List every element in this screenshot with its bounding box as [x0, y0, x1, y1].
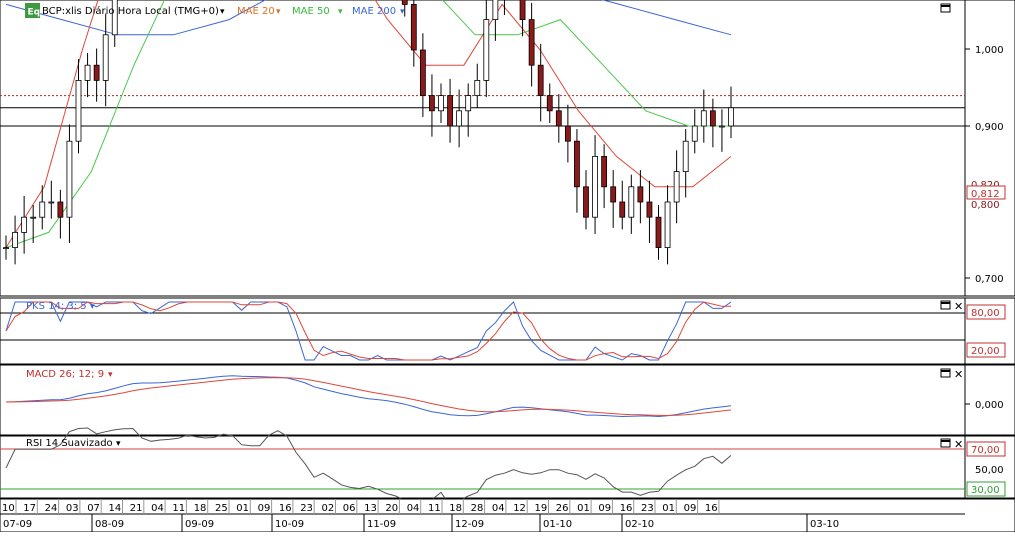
- x-day-tick: 04: [407, 503, 420, 514]
- x-day-tick: 20: [385, 503, 398, 514]
- x-day-tick: 01: [236, 503, 249, 514]
- x-month-label: 10-09: [275, 519, 304, 530]
- main-plot-area[interactable]: [0, 0, 966, 297]
- pks-title[interactable]: PKS 14; 3; 5: [26, 301, 87, 312]
- x-month-label: 09-09: [185, 519, 214, 530]
- x-day-tick: 16: [620, 503, 633, 514]
- title-dropdown-icon[interactable]: ▾: [220, 7, 225, 17]
- pks-dropdown-icon[interactable]: ▾: [90, 302, 95, 312]
- macd-title[interactable]: MACD 26; 12; 9: [26, 369, 104, 380]
- x-day-tick: 18: [449, 503, 462, 514]
- x-day-tick: 12: [513, 503, 526, 514]
- x-day-tick: 01: [662, 503, 675, 514]
- price-label-0700: 0,700: [975, 274, 1004, 285]
- x-day-tick: 26: [556, 503, 569, 514]
- legend-mae50-dropdown-icon[interactable]: ▾: [338, 7, 343, 17]
- x-day-tick: 24: [45, 503, 58, 514]
- x-day-tick: 17: [23, 503, 36, 514]
- x-month-label: 11-09: [367, 519, 396, 530]
- x-day-tick: 10: [2, 503, 15, 514]
- price-label-0900: 0,900: [975, 122, 1004, 133]
- x-day-tick: 04: [151, 503, 164, 514]
- x-day-tick: 11: [172, 503, 185, 514]
- x-day-tick: 28: [471, 503, 484, 514]
- x-day-tick: 23: [641, 503, 654, 514]
- rsi-title[interactable]: RSI 14 Suavizado: [26, 438, 113, 449]
- x-month-label: 02-10: [625, 519, 654, 530]
- x-day-tick: 16: [705, 503, 718, 514]
- eq-logo-text: Eq: [28, 8, 41, 18]
- chart-canvas: Eq BCP:xlis Diário Hora Local (TMG+0) ▾ …: [0, 0, 1015, 533]
- macd-level-zero-label: 0,000: [975, 400, 1004, 411]
- x-day-tick: 09: [684, 503, 697, 514]
- x-day-tick: 06: [343, 503, 356, 514]
- x-day-tick: 16: [279, 503, 292, 514]
- x-day-tick: 01: [577, 503, 590, 514]
- pks-plot-area[interactable]: [0, 297, 966, 365]
- macd-plot-area[interactable]: [0, 364, 966, 436]
- pks-level-20-label: 20,00: [971, 346, 1000, 357]
- rsi-level-50-label: 50,00: [975, 465, 1004, 476]
- chart-window: Eq BCP:xlis Diário Hora Local (TMG+0) ▾ …: [0, 0, 1015, 533]
- price-label-0800: 0,800: [971, 200, 1000, 211]
- pks-level-80-label: 80,00: [971, 308, 1000, 319]
- x-month-label: 03-10: [810, 519, 839, 530]
- close-macd-icon[interactable]: ✕: [954, 368, 963, 381]
- x-day-tick: 19: [535, 503, 548, 514]
- x-month-label: 12-09: [455, 519, 484, 530]
- x-day-tick: 14: [109, 503, 122, 514]
- close-rsi-icon[interactable]: ✕: [954, 438, 963, 451]
- x-day-tick: 11: [428, 503, 441, 514]
- x-day-tick: 25: [215, 503, 228, 514]
- legend-mae20[interactable]: MAE 20: [237, 6, 275, 17]
- x-day-tick: 13: [364, 503, 377, 514]
- x-day-tick: 23: [300, 503, 313, 514]
- x-month-label: 07-09: [3, 519, 32, 530]
- close-pks-icon[interactable]: ✕: [954, 300, 963, 313]
- x-day-tick: 09: [258, 503, 271, 514]
- main-title[interactable]: BCP:xlis Diário Hora Local (TMG+0): [42, 5, 219, 17]
- legend-mae50[interactable]: MAE 50: [292, 6, 330, 17]
- current-price-label: 0,812: [971, 189, 1000, 200]
- x-day-tick: 07: [87, 503, 100, 514]
- rsi-level-30-label: 30,00: [971, 485, 1000, 496]
- macd-dropdown-icon[interactable]: ▾: [108, 370, 113, 380]
- legend-mae200-dropdown-icon[interactable]: ▾: [400, 7, 405, 17]
- x-day-tick: 03: [66, 503, 79, 514]
- x-day-tick: 02: [322, 503, 335, 514]
- price-label-1000: 1,000: [975, 45, 1004, 56]
- x-month-label: 08-09: [95, 519, 124, 530]
- rsi-dropdown-icon[interactable]: ▾: [116, 439, 121, 449]
- x-month-label: 01-10: [543, 519, 572, 530]
- rsi-level-70-label: 70,00: [971, 445, 1000, 456]
- legend-mae200[interactable]: MAE 200: [352, 6, 396, 17]
- x-day-tick: 04: [492, 503, 505, 514]
- x-day-tick: 21: [130, 503, 143, 514]
- x-day-tick: 09: [598, 503, 611, 514]
- x-day-tick: 18: [194, 503, 207, 514]
- legend-mae20-dropdown-icon[interactable]: ▾: [276, 7, 281, 17]
